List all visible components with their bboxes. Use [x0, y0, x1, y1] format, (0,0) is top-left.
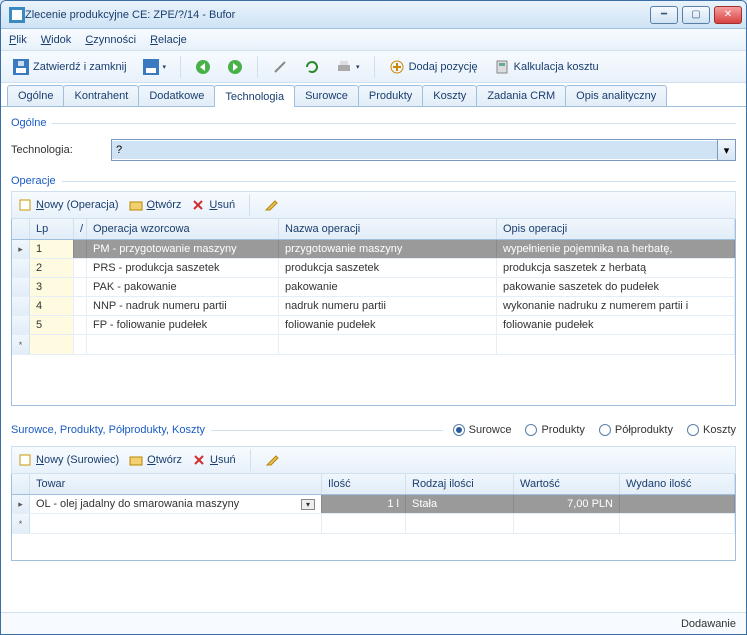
tab-technologia[interactable]: Technologia	[214, 85, 295, 107]
group-operacje-label: Operacje	[11, 175, 56, 187]
save-button[interactable]: ▾	[137, 56, 173, 78]
menu-relacje[interactable]: Relacje	[150, 34, 187, 46]
menubar: Plik Widok Czynności Relacje	[1, 29, 746, 51]
refresh-button[interactable]	[298, 56, 326, 78]
cost-calc-button[interactable]: Kalkulacja kosztu	[488, 56, 605, 78]
tab-produkty[interactable]: Produkty	[358, 85, 423, 106]
tab-surowce[interactable]: Surowce	[294, 85, 359, 106]
tab-opis-analityczny[interactable]: Opis analityczny	[565, 85, 667, 106]
add-position-button[interactable]: Dodaj pozycję	[383, 56, 484, 78]
edit-material-button[interactable]	[265, 453, 279, 467]
new-operation-button[interactable]: Nowy (Operacja)	[18, 198, 119, 212]
new-icon	[18, 453, 32, 467]
col-rodzaj[interactable]: Rodzaj ilości	[406, 474, 514, 494]
open-icon	[129, 198, 143, 212]
table-row[interactable]: ▸ 1 PM - przygotowanie maszyny przygotow…	[12, 240, 735, 259]
save-close-button[interactable]: Zatwierdź i zamknij	[7, 56, 133, 78]
table-row[interactable]: 3 PAK - pakowanie pakowanie pakowanie sa…	[12, 278, 735, 297]
radio-polprodukty[interactable]: Półprodukty	[599, 424, 673, 436]
delete-icon	[192, 453, 206, 467]
titlebar[interactable]: Zlecenie produkcyjne CE: ZPE/?/14 - Bufo…	[1, 1, 746, 29]
calculator-icon	[494, 59, 510, 75]
tab-dodatkowe[interactable]: Dodatkowe	[138, 85, 215, 106]
edit-icon	[264, 198, 278, 212]
tab-zadania-crm[interactable]: Zadania CRM	[476, 85, 566, 106]
window: Zlecenie produkcyjne CE: ZPE/?/14 - Bufo…	[0, 0, 747, 635]
back-button[interactable]	[189, 56, 217, 78]
table-row[interactable]: ▸ OL - olej jadalny do smarowania maszyn…	[12, 495, 735, 514]
technologia-combo[interactable]: ▾	[111, 139, 736, 161]
app-icon	[9, 7, 25, 23]
minimize-button[interactable]: ━	[650, 6, 678, 24]
group-surowce-label: Surowce, Produkty, Półprodukty, Koszty	[11, 424, 205, 436]
operations-grid[interactable]: Lp / Operacja wzorcowa Nazwa operacji Op…	[11, 219, 736, 406]
technologia-label: Technologia:	[11, 144, 111, 156]
delete-operation-button[interactable]: Usuń	[191, 198, 235, 212]
chevron-down-icon: ▾	[163, 63, 167, 71]
maximize-button[interactable]: ▢	[682, 6, 710, 24]
arrow-left-icon	[195, 59, 211, 75]
toolbar: Zatwierdź i zamknij ▾ ▾ Dodaj pozycję Ka…	[1, 51, 746, 83]
new-icon	[18, 198, 32, 212]
resource-type-radios: Surowce Produkty Półprodukty Koszty	[453, 424, 736, 436]
new-material-button[interactable]: Nowy (Surowiec)	[18, 453, 119, 467]
col-towar[interactable]: Towar	[30, 474, 322, 494]
chevron-down-icon[interactable]: ▾	[301, 499, 315, 510]
delete-material-button[interactable]: Usuń	[192, 453, 236, 467]
col-ilosc[interactable]: Ilość	[322, 474, 406, 494]
col-opis[interactable]: Opis operacji	[497, 219, 735, 239]
radio-koszty[interactable]: Koszty	[687, 424, 736, 436]
delete-icon	[191, 198, 205, 212]
materials-grid[interactable]: Towar Ilość Rodzaj ilości Wartość Wydano…	[11, 474, 736, 561]
print-button[interactable]: ▾	[330, 56, 366, 78]
menu-plik[interactable]: Plik	[9, 34, 27, 46]
edit-icon	[265, 453, 279, 467]
new-row[interactable]: *	[12, 514, 735, 534]
open-icon	[129, 453, 143, 467]
tabstrip: Ogólne Kontrahent Dodatkowe Technologia …	[1, 83, 746, 107]
wrench-icon	[272, 59, 288, 75]
edit-operation-button[interactable]	[264, 198, 278, 212]
open-operation-button[interactable]: Otwórz	[129, 198, 182, 212]
menu-widok[interactable]: Widok	[41, 34, 72, 46]
tab-kontrahent[interactable]: Kontrahent	[63, 85, 139, 106]
table-row[interactable]: 2 PRS - produkcja saszetek produkcja sas…	[12, 259, 735, 278]
table-row[interactable]: 5 FP - foliowanie pudełek foliowanie pud…	[12, 316, 735, 335]
technologia-input[interactable]	[112, 141, 717, 159]
close-button[interactable]: ✕	[714, 6, 742, 24]
open-material-button[interactable]: Otwórz	[129, 453, 182, 467]
tab-koszty[interactable]: Koszty	[422, 85, 477, 106]
operations-toolbar: Nowy (Operacja) Otwórz Usuń	[11, 191, 736, 219]
col-lp[interactable]: Lp	[30, 219, 74, 239]
plus-icon	[389, 59, 405, 75]
menu-czynnosci[interactable]: Czynności	[85, 34, 136, 46]
print-icon	[336, 59, 352, 75]
statusbar: Dodawanie	[1, 612, 746, 634]
new-row[interactable]: *	[12, 335, 735, 355]
chevron-down-icon[interactable]: ▾	[717, 140, 735, 160]
materials-toolbar: Nowy (Surowiec) Otwórz Usuń	[11, 446, 736, 474]
disk-icon-2	[143, 59, 159, 75]
disk-icon	[13, 59, 29, 75]
radio-surowce[interactable]: Surowce	[453, 424, 512, 436]
radio-produkty[interactable]: Produkty	[525, 424, 584, 436]
chevron-down-icon: ▾	[356, 63, 360, 71]
col-wydano[interactable]: Wydano ilość	[620, 474, 735, 494]
status-text: Dodawanie	[681, 618, 736, 630]
col-wartosc[interactable]: Wartość	[514, 474, 620, 494]
col-wzorcowa[interactable]: Operacja wzorcowa	[87, 219, 279, 239]
arrow-right-icon	[227, 59, 243, 75]
forward-button[interactable]	[221, 56, 249, 78]
refresh-icon	[304, 59, 320, 75]
window-title: Zlecenie produkcyjne CE: ZPE/?/14 - Bufo…	[25, 9, 650, 21]
tools-button[interactable]	[266, 56, 294, 78]
content: Ogólne Technologia: ▾ Operacje Nowy (Ope…	[1, 107, 746, 612]
group-ogolne-label: Ogólne	[11, 117, 46, 129]
tab-ogolne[interactable]: Ogólne	[7, 85, 64, 106]
table-row[interactable]: 4 NNP - nadruk numeru partii nadruk nume…	[12, 297, 735, 316]
col-nazwa[interactable]: Nazwa operacji	[279, 219, 497, 239]
